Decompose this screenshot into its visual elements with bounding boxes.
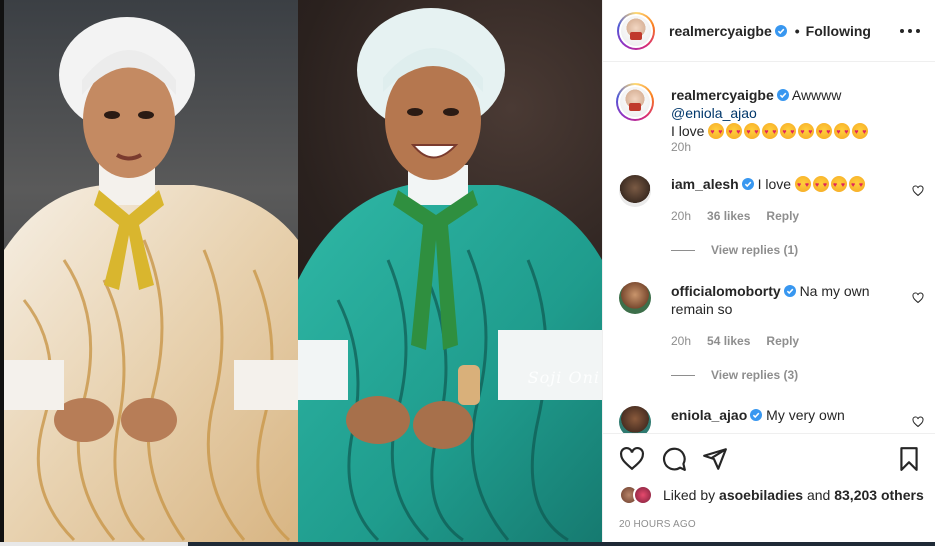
verified-badge-icon [776, 89, 789, 101]
likes-count[interactable]: 83,203 others [834, 487, 924, 503]
view-replies-button[interactable]: View replies (1) [671, 243, 798, 257]
reply-button[interactable]: Reply [766, 334, 799, 348]
caption-meta: 20h [671, 140, 691, 154]
caption-body-2: I love [671, 123, 705, 139]
reply-button[interactable]: Reply [766, 209, 799, 223]
caption-mention-link[interactable]: @eniola_ajao [671, 105, 757, 121]
header-separator: • [794, 22, 800, 39]
comment-item: officialomoborty Na my own remain so 20h… [619, 282, 924, 382]
following-button[interactable]: Following [806, 23, 871, 39]
caption-row: realmercyaigbe Awwww @eniola_ajao I love… [616, 83, 924, 156]
caption-avatar[interactable] [616, 83, 654, 121]
author-avatar[interactable] [617, 11, 655, 50]
comment-username[interactable]: eniola_ajao [671, 407, 747, 423]
liker-avatars[interactable] [619, 485, 655, 505]
instagram-post: Soji Oni realmercyaigbe • Following real… [0, 0, 935, 542]
view-replies-label: View replies (1) [711, 243, 799, 257]
commenter-avatar[interactable] [619, 282, 651, 314]
comments-list[interactable]: realmercyaigbe Awwww @eniola_ajao I love… [603, 62, 935, 433]
comment-username[interactable]: officialomoborty [671, 283, 781, 299]
header-user: realmercyaigbe • Following [669, 23, 871, 39]
comment-item: iam_alesh I love 20h 36 likes Reply View… [619, 175, 924, 265]
post-sidebar: realmercyaigbe • Following realmercyaigb… [602, 0, 935, 542]
caption-body: Awwww [791, 87, 842, 103]
post-timestamp: 20 HOURS AGO [619, 519, 696, 530]
bookmark-icon[interactable] [896, 446, 922, 472]
caption-text: realmercyaigbe Awwww @eniola_ajao I love [671, 86, 903, 142]
comment-text: eniola_ajao My very own [671, 406, 903, 424]
commenter-avatar[interactable] [619, 175, 651, 207]
liked-by-user[interactable]: asoebiladies [719, 487, 803, 503]
like-comment-heart-icon[interactable] [912, 416, 924, 428]
liked-by-mid: and [806, 487, 831, 503]
verified-badge-icon [741, 178, 754, 190]
emoji-heart-eyes-icon [794, 176, 867, 195]
bottom-bar [0, 542, 935, 546]
comment-body: I love [757, 176, 792, 192]
emoji-heart-eyes-icon [708, 123, 870, 142]
comment-item: eniola_ajao My very own [619, 406, 924, 433]
comment-body: My very own [766, 407, 845, 423]
author-username[interactable]: realmercyaigbe [669, 23, 772, 39]
photographer-watermark: Soji Oni [527, 368, 600, 387]
verified-badge-icon [783, 285, 796, 297]
comment-time: 20h [671, 334, 692, 348]
like-comment-heart-icon[interactable] [912, 292, 924, 304]
like-comment-heart-icon[interactable] [912, 185, 924, 197]
view-replies-button[interactable]: View replies (3) [671, 368, 798, 382]
comment-text: officialomoborty Na my own remain so [671, 282, 903, 318]
comment-icon[interactable] [661, 446, 687, 472]
post-header: realmercyaigbe • Following [603, 0, 935, 62]
action-bar [603, 433, 935, 485]
verified-badge-icon [774, 24, 787, 37]
caption-time: 20h [671, 140, 692, 154]
comment-meta: 20h 36 likes Reply [671, 209, 799, 223]
more-options-icon[interactable] [900, 22, 920, 40]
verified-badge-icon [750, 409, 763, 421]
share-icon[interactable] [702, 446, 728, 472]
comment-username[interactable]: iam_alesh [671, 176, 739, 192]
comment-meta: 20h 54 likes Reply [671, 334, 799, 348]
comment-time: 20h [671, 209, 692, 223]
liked-by-prefix: Liked by [663, 487, 716, 503]
comment-text: iam_alesh I love [671, 175, 903, 195]
comment-likes[interactable]: 54 likes [707, 334, 750, 348]
view-replies-label: View replies (3) [711, 368, 799, 382]
comment-likes[interactable]: 36 likes [707, 209, 750, 223]
heart-icon[interactable] [619, 446, 645, 472]
commenter-avatar[interactable] [619, 406, 651, 433]
left-photo [4, 0, 298, 542]
liked-by: Liked by asoebiladies and 83,203 others [619, 485, 924, 505]
caption-username[interactable]: realmercyaigbe [671, 87, 774, 103]
right-photo: Soji Oni [298, 0, 602, 542]
post-media[interactable]: Soji Oni [0, 0, 602, 542]
